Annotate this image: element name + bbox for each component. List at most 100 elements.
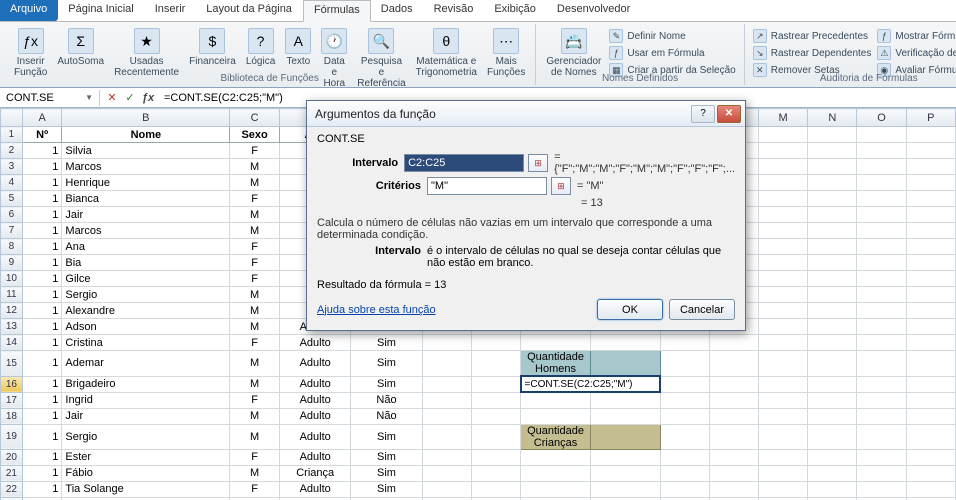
autosum-button[interactable]: ΣAutoSoma: [53, 26, 108, 69]
cell[interactable]: [857, 424, 906, 449]
cell[interactable]: [758, 351, 807, 377]
cell[interactable]: [709, 424, 758, 449]
cell[interactable]: [590, 392, 660, 408]
cell[interactable]: Sim: [351, 351, 422, 377]
cell[interactable]: [857, 303, 906, 319]
cell[interactable]: Jair: [62, 408, 230, 424]
row-header[interactable]: 8: [1, 239, 23, 255]
cell[interactable]: [857, 376, 906, 392]
row-header[interactable]: 13: [1, 319, 23, 335]
cell[interactable]: [857, 319, 906, 335]
cell[interactable]: 1: [22, 351, 62, 377]
row-header[interactable]: 19: [1, 424, 23, 449]
cell[interactable]: M: [230, 287, 280, 303]
cell[interactable]: [758, 239, 807, 255]
cell[interactable]: [857, 335, 906, 351]
cell[interactable]: [758, 481, 807, 497]
cell[interactable]: Sim: [351, 424, 422, 449]
cell[interactable]: F: [230, 239, 280, 255]
cell[interactable]: [758, 207, 807, 223]
cell[interactable]: Ester: [62, 449, 230, 465]
trace-dep-button[interactable]: ↘Rastrear Dependentes: [751, 45, 874, 61]
cell[interactable]: [660, 351, 709, 377]
cell[interactable]: [857, 271, 906, 287]
cell[interactable]: [521, 392, 591, 408]
cell[interactable]: [709, 481, 758, 497]
col-header-M[interactable]: M: [758, 109, 807, 127]
col-header-A[interactable]: A: [22, 109, 62, 127]
cell[interactable]: 1: [22, 376, 62, 392]
cell[interactable]: [660, 392, 709, 408]
cell[interactable]: Ana: [62, 239, 230, 255]
cell[interactable]: 1: [22, 465, 62, 481]
cell[interactable]: [808, 335, 857, 351]
row-header[interactable]: 18: [1, 408, 23, 424]
cell[interactable]: Ademar: [62, 351, 230, 377]
dialog-help-link[interactable]: Ajuda sobre esta função: [317, 304, 436, 316]
cell[interactable]: [808, 408, 857, 424]
tab-layout[interactable]: Layout da Página: [196, 0, 303, 21]
tab-insert[interactable]: Inserir: [145, 0, 197, 21]
cell[interactable]: Adulto: [279, 449, 350, 465]
cell[interactable]: [808, 239, 857, 255]
cell[interactable]: [590, 335, 660, 351]
row-header[interactable]: 10: [1, 271, 23, 287]
cell[interactable]: Adulto: [279, 424, 350, 449]
cell[interactable]: Adulto: [279, 376, 350, 392]
cell[interactable]: [758, 271, 807, 287]
cell[interactable]: F: [230, 143, 280, 159]
tab-data[interactable]: Dados: [371, 0, 424, 21]
row-header[interactable]: 21: [1, 465, 23, 481]
cell[interactable]: [808, 449, 857, 465]
cell[interactable]: M: [230, 319, 280, 335]
row-header[interactable]: 16: [1, 376, 23, 392]
col-header-C[interactable]: C: [230, 109, 280, 127]
cell[interactable]: [906, 159, 955, 175]
cell[interactable]: [906, 376, 955, 392]
cell[interactable]: [758, 408, 807, 424]
cell[interactable]: [857, 449, 906, 465]
cell[interactable]: [758, 424, 807, 449]
row-header[interactable]: 17: [1, 392, 23, 408]
cell[interactable]: Fábio: [62, 465, 230, 481]
cell[interactable]: Adulto: [279, 408, 350, 424]
cell[interactable]: [906, 465, 955, 481]
tab-review[interactable]: Revisão: [424, 0, 485, 21]
cell[interactable]: [758, 287, 807, 303]
cell[interactable]: Adulto: [279, 351, 350, 377]
cell[interactable]: [590, 351, 660, 377]
cell[interactable]: 1: [22, 287, 62, 303]
cell[interactable]: [857, 287, 906, 303]
cell[interactable]: Bianca: [62, 191, 230, 207]
cell[interactable]: [857, 392, 906, 408]
cell[interactable]: [709, 335, 758, 351]
cell[interactable]: [808, 175, 857, 191]
cell[interactable]: [521, 408, 591, 424]
row-header[interactable]: 1: [1, 127, 23, 143]
tab-file[interactable]: Arquivo: [0, 0, 58, 21]
cell[interactable]: Sim: [351, 465, 422, 481]
cell[interactable]: [906, 127, 955, 143]
cell[interactable]: [906, 335, 955, 351]
cell[interactable]: [471, 392, 520, 408]
cell[interactable]: Bia: [62, 255, 230, 271]
cell[interactable]: Gilce: [62, 271, 230, 287]
cell[interactable]: Ingrid: [62, 392, 230, 408]
cell[interactable]: [660, 465, 709, 481]
cell[interactable]: [906, 239, 955, 255]
cell[interactable]: 1: [22, 335, 62, 351]
insert-function-button[interactable]: ƒxInserir Função: [10, 26, 51, 80]
show-formulas-button[interactable]: ƒMostrar Fórmulas: [875, 28, 956, 44]
row-header[interactable]: 22: [1, 481, 23, 497]
cell[interactable]: [857, 207, 906, 223]
cell[interactable]: [808, 271, 857, 287]
cell[interactable]: [660, 408, 709, 424]
cell[interactable]: [857, 481, 906, 497]
trace-prec-button[interactable]: ↗Rastrear Precedentes: [751, 28, 874, 44]
cell[interactable]: [758, 319, 807, 335]
cell[interactable]: [758, 465, 807, 481]
cell[interactable]: Sergio: [62, 424, 230, 449]
formula-cancel-button[interactable]: ✕: [104, 90, 120, 106]
formula-fx-button[interactable]: ƒx: [140, 90, 156, 106]
cell[interactable]: [471, 335, 520, 351]
